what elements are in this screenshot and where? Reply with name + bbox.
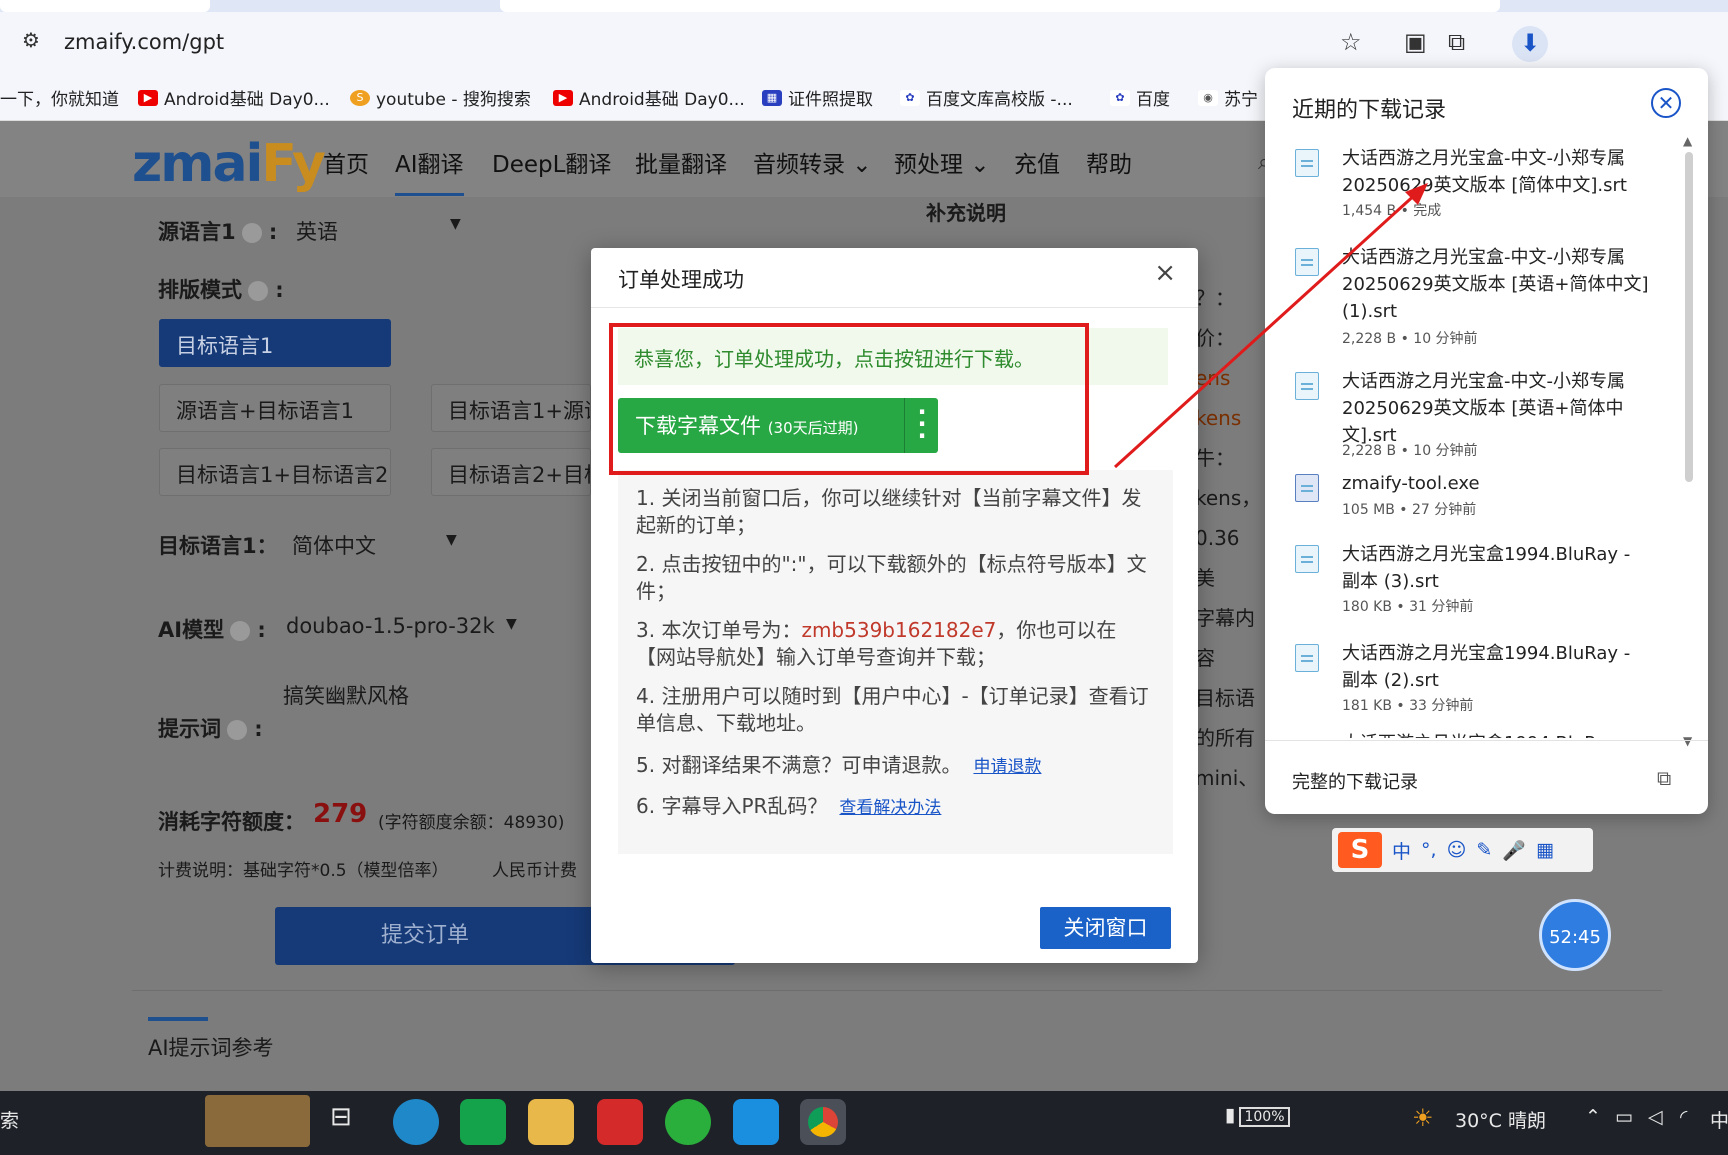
ime-toolbar: S 中 °, ☺ ✎ 🎤 ▦ <box>1332 828 1593 872</box>
ime-chinese-toggle[interactable]: 中 <box>1392 837 1411 864</box>
edge-browser-icon[interactable] <box>393 1099 439 1145</box>
app-icon[interactable] <box>733 1099 779 1145</box>
sogou-ime-icon[interactable]: S <box>1338 832 1382 868</box>
search-highlight-image <box>205 1095 310 1147</box>
file-explorer-icon[interactable] <box>528 1099 574 1145</box>
wps-icon[interactable] <box>597 1099 643 1145</box>
annotation-arrow <box>1113 183 1428 469</box>
arrow-line <box>1113 190 1420 469</box>
battery-indicator[interactable]: ▮ 100% <box>1225 1104 1290 1127</box>
volume-icon[interactable]: ◁ <box>1648 1106 1663 1128</box>
chrome-icon[interactable] <box>800 1099 846 1145</box>
wechat-icon[interactable] <box>665 1099 711 1145</box>
ime-skin-icon[interactable]: ✎ <box>1476 839 1492 861</box>
ime-toolbox-icon[interactable]: ▦ <box>1536 839 1554 861</box>
taskbar-search[interactable]: 索 <box>0 1106 19 1133</box>
ime-punctuation-icon[interactable]: °, <box>1421 839 1437 861</box>
app-icon[interactable] <box>460 1099 506 1145</box>
wifi-icon[interactable]: ◜ <box>1680 1106 1687 1128</box>
weather-icon: ☀ <box>1412 1104 1434 1132</box>
ime-indicator[interactable]: 中 <box>1710 1106 1728 1133</box>
ime-emoji-icon[interactable]: ☺ <box>1447 839 1467 861</box>
tray-chevron-icon[interactable]: ⌃ <box>1585 1106 1601 1128</box>
ime-voice-icon[interactable]: 🎤 <box>1502 839 1526 862</box>
weather-text[interactable]: 30°C 晴朗 <box>1455 1106 1546 1133</box>
task-view-icon[interactable]: ⊟ <box>330 1102 352 1132</box>
recording-timer[interactable]: 52:45 <box>1539 899 1611 971</box>
network-icon[interactable]: ▭ <box>1615 1106 1633 1128</box>
